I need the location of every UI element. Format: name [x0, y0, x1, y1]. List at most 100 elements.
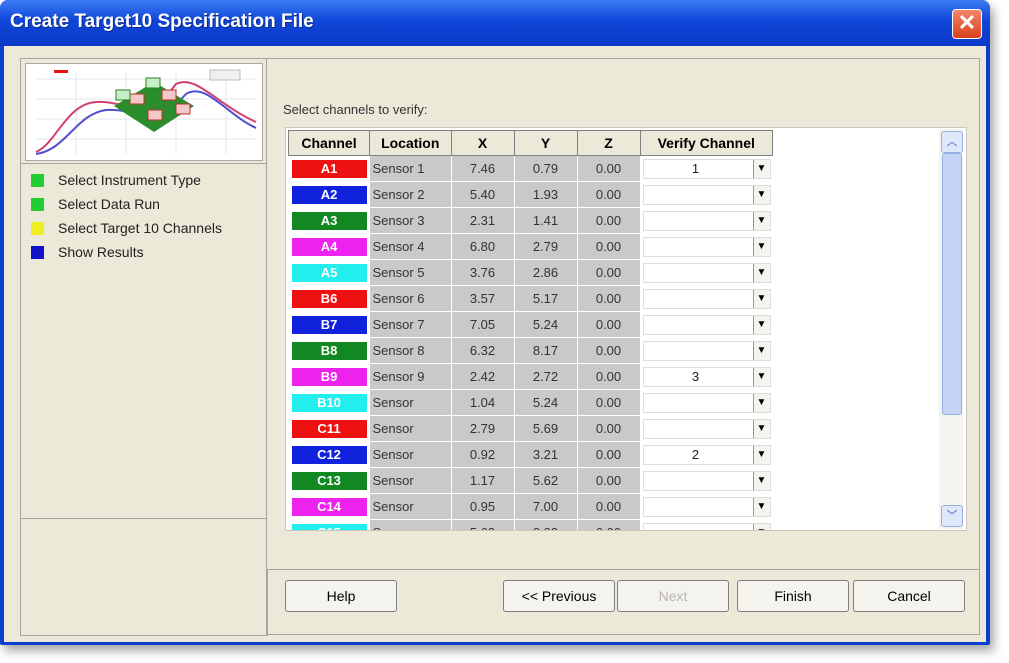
verify-channel-dropdown[interactable]: 2 ▼: [642, 444, 771, 465]
table-row[interactable]: B6 Sensor 6 3.57 5.17 0.00 ▼: [288, 285, 773, 312]
chevron-down-icon[interactable]: ▼: [752, 445, 770, 464]
help-button[interactable]: Help: [285, 580, 397, 612]
channel-cell[interactable]: A5: [288, 259, 370, 286]
table-row[interactable]: C13 Sensor 1.17 5.62 0.00 ▼: [288, 467, 773, 494]
x-cell: 3.76: [451, 259, 515, 286]
scroll-up-icon[interactable]: ︿: [941, 131, 963, 153]
channel-cell[interactable]: B9: [288, 363, 370, 390]
y-cell: 3.21: [514, 441, 578, 468]
table-row[interactable]: A4 Sensor 4 6.80 2.79 0.00 ▼: [288, 233, 773, 260]
verify-channel-dropdown[interactable]: ▼: [642, 470, 771, 491]
z-cell: 0.00: [577, 311, 641, 338]
previous-button[interactable]: << Previous: [503, 580, 615, 612]
verify-channel-cell: ▼: [640, 337, 773, 364]
verify-channel-dropdown[interactable]: 1 ▼: [642, 158, 771, 179]
verify-channel-cell: ▼: [640, 389, 773, 416]
chevron-down-icon[interactable]: ▼: [752, 523, 770, 530]
dialog-client-area: Select Instrument Type Select Data Run S…: [4, 46, 986, 642]
verify-channel-dropdown[interactable]: ▼: [642, 314, 771, 335]
table-row[interactable]: B9 Sensor 9 2.42 2.72 0.00 3 ▼: [288, 363, 773, 390]
verify-channel-dropdown[interactable]: ▼: [642, 262, 771, 283]
channel-cell[interactable]: A4: [288, 233, 370, 260]
verify-channel-dropdown[interactable]: ▼: [642, 184, 771, 205]
verify-channel-dropdown[interactable]: ▼: [642, 522, 771, 530]
table-row[interactable]: A5 Sensor 5 3.76 2.86 0.00 ▼: [288, 259, 773, 286]
chevron-down-icon[interactable]: ▼: [752, 471, 770, 490]
z-cell: 0.00: [577, 363, 641, 390]
scrollbar-thumb[interactable]: [942, 153, 962, 415]
column-header-channel[interactable]: Channel: [288, 130, 370, 156]
channel-cell[interactable]: B7: [288, 311, 370, 338]
channel-cell[interactable]: C13: [288, 467, 370, 494]
table-row[interactable]: B10 Sensor 1.04 5.24 0.00 ▼: [288, 389, 773, 416]
verify-channel-value: 2: [691, 446, 700, 462]
chevron-down-icon[interactable]: ▼: [752, 315, 770, 334]
channel-cell[interactable]: C11: [288, 415, 370, 442]
channel-cell[interactable]: A2: [288, 181, 370, 208]
column-header-verify-channel[interactable]: Verify Channel: [639, 130, 773, 156]
channel-cell[interactable]: B8: [288, 337, 370, 364]
y-cell: 0.79: [514, 155, 578, 182]
channel-cell[interactable]: A3: [288, 207, 370, 234]
channel-cell[interactable]: C14: [288, 493, 370, 520]
table-row[interactable]: A1 Sensor 1 7.46 0.79 0.00 1 ▼: [288, 155, 773, 182]
table-row[interactable]: C11 Sensor 2.79 5.69 0.00 ▼: [288, 415, 773, 442]
title-bar[interactable]: Create Target10 Specification File ✕: [0, 0, 990, 46]
y-cell: 5.62: [514, 467, 578, 494]
table-row[interactable]: C15Sensor5.638.830.00 ▼: [288, 519, 773, 530]
channel-chip: A4: [291, 237, 367, 256]
cancel-button[interactable]: Cancel: [853, 580, 965, 612]
table-row[interactable]: B7 Sensor 7 7.05 5.24 0.00 ▼: [288, 311, 773, 338]
table-row[interactable]: B8 Sensor 8 6.32 8.17 0.00 ▼: [288, 337, 773, 364]
chevron-down-icon[interactable]: ▼: [752, 159, 770, 178]
column-header-y[interactable]: Y: [513, 130, 578, 156]
verify-channel-dropdown[interactable]: ▼: [642, 418, 771, 439]
verify-channel-dropdown[interactable]: ▼: [642, 210, 771, 231]
channel-chip: C11: [291, 419, 367, 438]
close-icon[interactable]: ✕: [952, 9, 982, 39]
verify-channel-dropdown[interactable]: ▼: [642, 288, 771, 309]
channel-chip: A5: [291, 263, 367, 282]
verify-channel-dropdown[interactable]: ▼: [642, 340, 771, 361]
verify-channel-cell: ▼: [640, 259, 773, 286]
channel-cell[interactable]: C15: [288, 519, 370, 530]
column-header-x[interactable]: X: [450, 130, 515, 156]
verify-channel-dropdown[interactable]: ▼: [642, 496, 771, 517]
chevron-down-icon[interactable]: ▼: [752, 211, 770, 230]
chevron-down-icon[interactable]: ▼: [752, 367, 770, 386]
channel-chip: C12: [291, 445, 367, 464]
location-cell: Sensor 8: [369, 337, 452, 364]
chevron-down-icon[interactable]: ▼: [752, 237, 770, 256]
verify-channel-dropdown[interactable]: ▼: [642, 392, 771, 413]
channel-cell[interactable]: B10: [288, 389, 370, 416]
chevron-down-icon[interactable]: ▼: [752, 263, 770, 282]
table-row[interactable]: C12 Sensor 0.92 3.21 0.00 2 ▼: [288, 441, 773, 468]
verify-channel-cell: ▼: [640, 467, 773, 494]
chevron-down-icon[interactable]: ▼: [752, 341, 770, 360]
finish-button[interactable]: Finish: [737, 580, 849, 612]
chevron-down-icon[interactable]: ▼: [752, 289, 770, 308]
scroll-down-icon[interactable]: ﹀: [941, 505, 963, 527]
z-cell: 0.00: [577, 207, 641, 234]
column-header-z[interactable]: Z: [576, 130, 641, 156]
channel-cell[interactable]: A1: [288, 155, 370, 182]
vertical-scrollbar[interactable]: ︿ ﹀: [939, 129, 963, 529]
x-cell: 6.32: [451, 337, 515, 364]
chevron-down-icon[interactable]: ▼: [752, 185, 770, 204]
verify-channel-dropdown[interactable]: 3 ▼: [642, 366, 771, 387]
channel-chip: A3: [291, 211, 367, 230]
channel-cell[interactable]: B6: [288, 285, 370, 312]
column-header-location[interactable]: Location: [369, 130, 452, 156]
chevron-down-icon[interactable]: ▼: [752, 497, 770, 516]
table-row[interactable]: C14 Sensor 0.95 7.00 0.00 ▼: [288, 493, 773, 520]
chevron-down-icon[interactable]: ▼: [752, 419, 770, 438]
table-row[interactable]: A2 Sensor 2 5.40 1.93 0.00 ▼: [288, 181, 773, 208]
wizard-steps-list: Select Instrument Type Select Data Run S…: [21, 163, 267, 519]
verify-channel-dropdown[interactable]: ▼: [642, 236, 771, 257]
table-row[interactable]: A3 Sensor 3 2.31 1.41 0.00 ▼: [288, 207, 773, 234]
next-button[interactable]: Next: [617, 580, 729, 612]
x-cell: 0.92: [451, 441, 515, 468]
channel-cell[interactable]: C12: [288, 441, 370, 468]
chevron-down-icon[interactable]: ▼: [752, 393, 770, 412]
y-cell: 2.79: [514, 233, 578, 260]
